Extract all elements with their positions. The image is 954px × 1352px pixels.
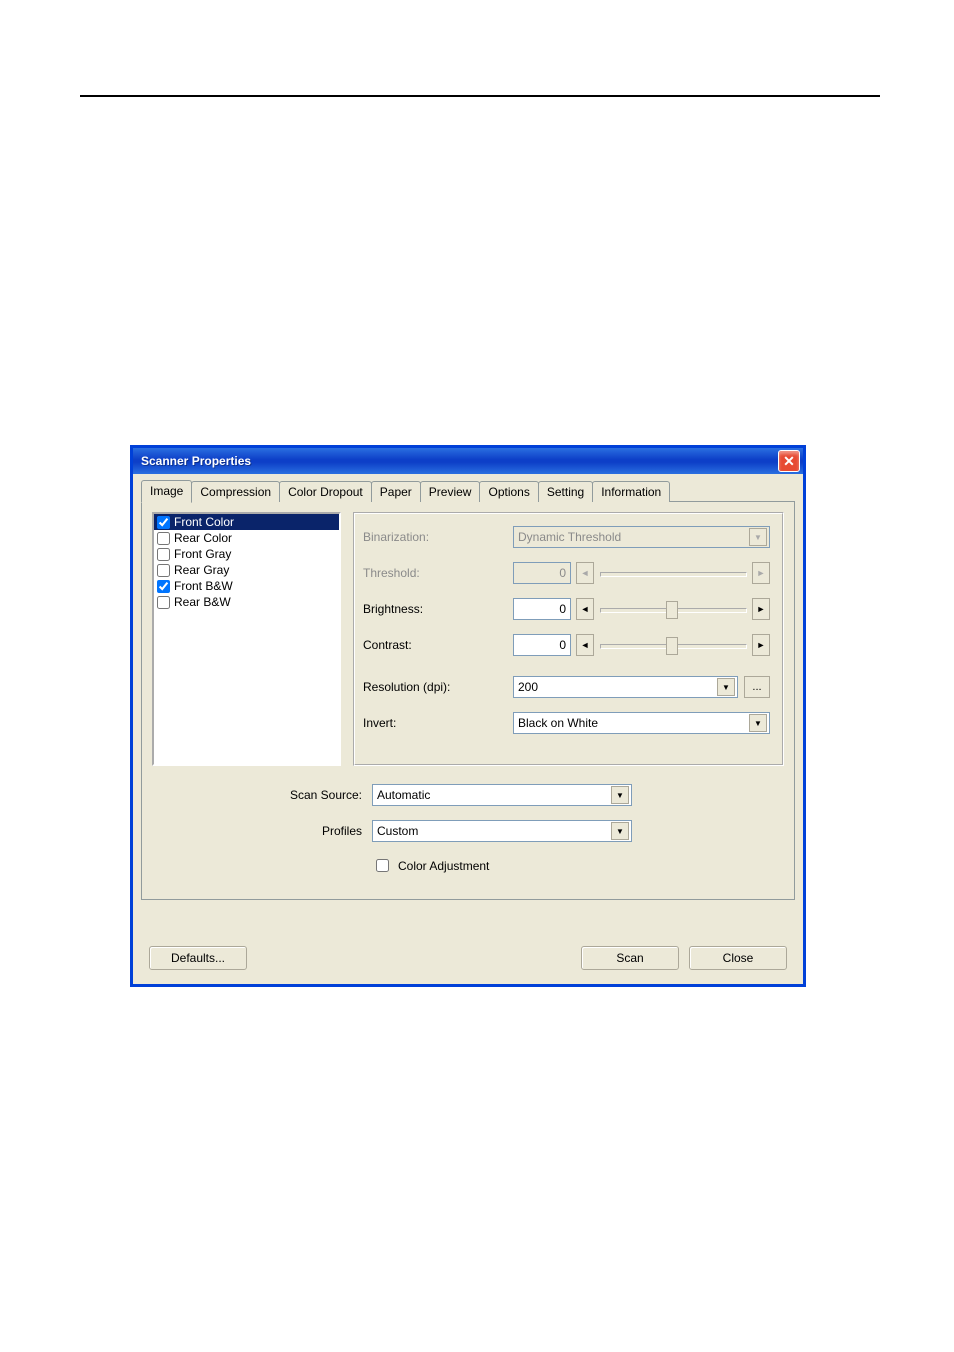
image-tab-panel: Front Color Rear Color Front Gray Rear G… [141, 501, 795, 900]
contrast-slider[interactable] [600, 635, 747, 655]
lower-section: Scan Source: Automatic ▼ Profiles Custom… [152, 784, 784, 875]
tab-information[interactable]: Information [592, 481, 670, 502]
chevron-down-icon[interactable]: ▼ [749, 714, 767, 732]
slider-thumb[interactable] [666, 637, 678, 655]
label-resolution: Resolution (dpi): [363, 680, 513, 694]
footer: Defaults... Scan Close [141, 940, 795, 974]
profiles-combo[interactable]: Custom ▼ [372, 820, 632, 842]
chevron-down-icon[interactable]: ▼ [717, 678, 735, 696]
slider-thumb[interactable] [666, 601, 678, 619]
tab-compression[interactable]: Compression [191, 481, 280, 502]
close-button[interactable]: Close [689, 946, 787, 970]
tab-preview[interactable]: Preview [420, 481, 481, 502]
tab-paper[interactable]: Paper [371, 481, 421, 502]
row-invert: Invert: Black on White ▼ [363, 712, 770, 734]
contrast-value[interactable]: 0 [513, 634, 571, 656]
row-contrast: Contrast: 0 ◄ ► [363, 634, 770, 656]
label-scan-source: Scan Source: [152, 788, 372, 802]
client-area: Image Compression Color Dropout Paper Pr… [133, 474, 803, 984]
list-item-front-gray[interactable]: Front Gray [154, 546, 339, 562]
chevron-down-icon: ▼ [749, 528, 767, 546]
checkbox-rear-gray[interactable] [157, 564, 170, 577]
defaults-button[interactable]: Defaults... [149, 946, 247, 970]
brightness-increment[interactable]: ► [752, 598, 770, 620]
label-profiles: Profiles [152, 824, 372, 838]
row-resolution: Resolution (dpi): 200 ▼ ... [363, 676, 770, 698]
label-contrast: Contrast: [363, 638, 513, 652]
tab-options[interactable]: Options [479, 481, 538, 502]
tab-color-dropout[interactable]: Color Dropout [279, 481, 372, 502]
threshold-increment: ► [752, 562, 770, 584]
list-item-rear-gray[interactable]: Rear Gray [154, 562, 339, 578]
checkbox-rear-bw[interactable] [157, 596, 170, 609]
window-title: Scanner Properties [141, 454, 251, 468]
scan-button[interactable]: Scan [581, 946, 679, 970]
row-profiles: Profiles Custom ▼ [152, 820, 784, 842]
brightness-slider[interactable] [600, 599, 747, 619]
chevron-down-icon[interactable]: ▼ [611, 786, 629, 804]
row-brightness: Brightness: 0 ◄ ► [363, 598, 770, 620]
contrast-decrement[interactable]: ◄ [576, 634, 594, 656]
page-divider [80, 95, 880, 97]
resolution-more-button[interactable]: ... [744, 676, 770, 698]
scanner-properties-window: Scanner Properties ✕ Image Compression C… [130, 445, 806, 987]
label-binarization: Binarization: [363, 530, 513, 544]
label-threshold: Threshold: [363, 566, 513, 580]
brightness-value[interactable]: 0 [513, 598, 571, 620]
list-item-rear-color[interactable]: Rear Color [154, 530, 339, 546]
row-threshold: Threshold: 0 ◄ ► [363, 562, 770, 584]
close-icon[interactable]: ✕ [778, 450, 800, 472]
checkbox-front-gray[interactable] [157, 548, 170, 561]
color-adjustment-checkbox[interactable] [376, 859, 389, 872]
image-selection-list[interactable]: Front Color Rear Color Front Gray Rear G… [152, 512, 341, 766]
checkbox-rear-color[interactable] [157, 532, 170, 545]
scan-source-combo[interactable]: Automatic ▼ [372, 784, 632, 806]
list-item-front-color[interactable]: Front Color [154, 514, 339, 530]
chevron-down-icon[interactable]: ▼ [611, 822, 629, 840]
threshold-slider [600, 563, 747, 583]
binarization-combo: Dynamic Threshold ▼ [513, 526, 770, 548]
brightness-decrement[interactable]: ◄ [576, 598, 594, 620]
contrast-increment[interactable]: ► [752, 634, 770, 656]
row-scan-source: Scan Source: Automatic ▼ [152, 784, 784, 806]
row-color-adjustment: Color Adjustment [152, 856, 784, 875]
row-binarization: Binarization: Dynamic Threshold ▼ [363, 526, 770, 548]
settings-panel: Binarization: Dynamic Threshold ▼ Thresh… [353, 512, 784, 766]
tab-strip: Image Compression Color Dropout Paper Pr… [141, 480, 795, 502]
label-invert: Invert: [363, 716, 513, 730]
tab-image[interactable]: Image [141, 480, 192, 503]
label-brightness: Brightness: [363, 602, 513, 616]
top-row: Front Color Rear Color Front Gray Rear G… [152, 512, 784, 766]
checkbox-front-color[interactable] [157, 516, 170, 529]
list-item-rear-bw[interactable]: Rear B&W [154, 594, 339, 610]
threshold-decrement: ◄ [576, 562, 594, 584]
threshold-value: 0 [513, 562, 571, 584]
tab-setting[interactable]: Setting [538, 481, 593, 502]
invert-combo[interactable]: Black on White ▼ [513, 712, 770, 734]
label-color-adjustment: Color Adjustment [398, 859, 489, 873]
resolution-combo[interactable]: 200 ▼ [513, 676, 738, 698]
list-item-front-bw[interactable]: Front B&W [154, 578, 339, 594]
titlebar: Scanner Properties ✕ [133, 448, 803, 474]
checkbox-front-bw[interactable] [157, 580, 170, 593]
